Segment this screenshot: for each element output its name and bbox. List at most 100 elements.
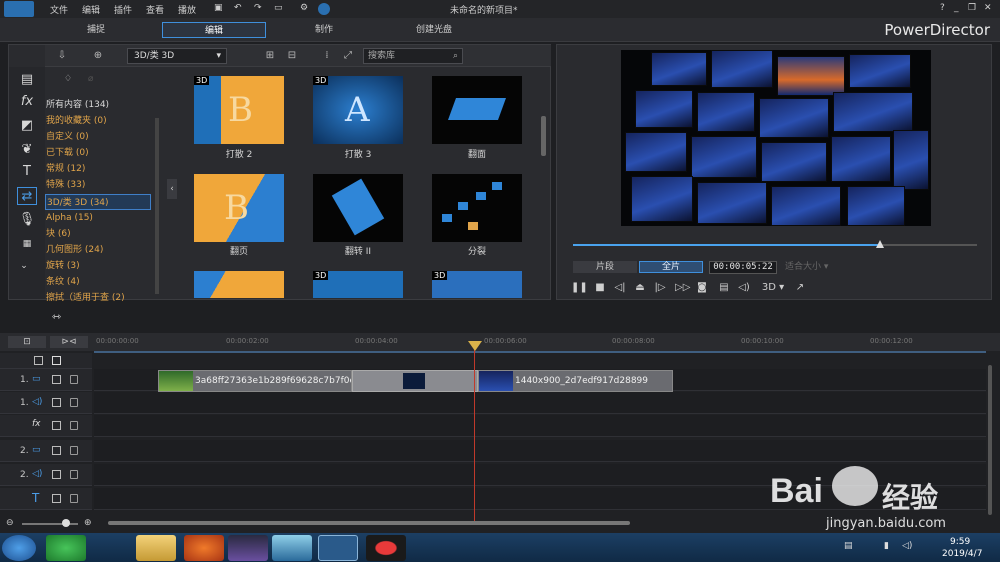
category-item[interactable]: 特殊 (33) [45,177,151,193]
transition-thumb[interactable]: 3D [432,271,522,298]
previous-frame-icon[interactable]: ◁| [613,281,627,295]
movie-mode-button[interactable]: 全片 [639,261,703,273]
title-room-icon[interactable]: T [17,163,37,181]
audio-mixing-icon[interactable]: 🎙 [17,211,37,229]
tab-create-disc[interactable]: 创建光盘 [382,22,486,38]
close-icon[interactable]: ✕ [984,3,992,13]
redo-icon[interactable]: ↷ [254,3,262,13]
zoom-out-icon[interactable]: ⊖ [6,518,14,528]
settings-icon[interactable]: ⚙ [300,3,308,13]
track-enable-checkbox[interactable] [52,470,61,479]
save-icon[interactable]: ▣ [214,3,223,13]
effect-room-icon[interactable]: fx [17,93,37,111]
taskbar-app[interactable] [272,535,312,561]
transition-room-icon[interactable]: ⇄ [17,187,37,205]
track-visible-checkbox[interactable] [34,356,43,365]
fx-track[interactable] [94,415,986,437]
category-item[interactable]: 3D/类 3D (34) [45,193,151,210]
transition-thumb[interactable]: 3D [313,271,403,298]
undock-icon[interactable]: ↗ [793,281,807,295]
tab-edit[interactable]: 编辑 [162,22,266,38]
menu-edit[interactable]: 编辑 [82,3,100,16]
media-room-icon[interactable]: ▤ [17,71,37,89]
timeline-view-icon[interactable]: ⊳⊲ [50,336,88,348]
expand-icon[interactable]: ⤢ [341,49,355,63]
menu-plugins[interactable]: 插件 [114,3,132,16]
restore-icon[interactable]: ❐ [968,3,976,13]
fast-forward-icon[interactable]: ▷▷ [675,281,690,295]
stop-icon[interactable]: ■ [593,281,607,295]
track-enable-checkbox[interactable] [52,356,61,365]
particle-room-icon[interactable]: ❦ [17,141,37,159]
clock-date[interactable]: 2019/4/7 [942,549,982,559]
category-item[interactable]: 我的收藏夹 (0) [45,113,151,129]
thumbnail-scrollbar[interactable] [541,116,546,156]
category-item[interactable]: 几何图形 (24) [45,242,151,258]
grid-view-icon[interactable]: ⁞ [320,49,334,63]
subtitle-icon[interactable]: ▤ [717,281,731,295]
category-scrollbar[interactable] [155,118,159,294]
lock-icon[interactable] [70,470,78,479]
aspect-ratio-icon[interactable]: ▭ [274,3,283,13]
track-enable-checkbox[interactable] [52,421,61,430]
split-icon[interactable]: ⏏ [633,281,647,295]
folder-icon[interactable] [136,535,176,561]
category-item[interactable]: 条纹 (4) [45,274,151,290]
zoom-in-icon[interactable]: ⊕ [84,518,92,528]
scroll-down-icon[interactable]: ⌄ [17,257,31,275]
fit-size-dropdown[interactable]: 适合大小 ▾ [785,261,841,274]
transition-clip[interactable] [352,370,478,392]
tab-capture[interactable]: 捕捉 [44,22,148,38]
pause-icon[interactable]: ❚❚ [571,281,588,295]
track-enable-checkbox[interactable] [52,398,61,407]
category-item[interactable]: 块 (6) [45,226,151,242]
track-enable-checkbox[interactable] [52,494,61,503]
menu-file[interactable]: 文件 [50,3,68,16]
undo-icon[interactable]: ↶ [234,3,242,13]
add-to-timeline-icon[interactable]: ⊞ [263,49,277,63]
category-dropdown[interactable]: 3D/类 3D ▾ [127,48,227,64]
collapse-panel-icon[interactable]: ‹ [167,179,177,199]
track-enable-checkbox[interactable] [52,446,61,455]
tab-produce[interactable]: 制作 [272,22,376,38]
video-clip[interactable]: 3a68ff27363e1b289f69628c7b7f0e0f [158,370,352,392]
menu-play[interactable]: 播放 [178,3,196,16]
firefox-icon[interactable] [184,535,224,561]
work-area-bar[interactable] [94,351,986,353]
paste-icon[interactable]: ⊟ [285,49,299,63]
recorder-icon[interactable] [366,535,406,561]
account-icon[interactable] [318,3,330,15]
snapshot-icon[interactable]: ◙ [695,281,709,295]
qq-icon[interactable] [94,535,134,561]
taskbar-app[interactable] [46,535,86,561]
search-input[interactable]: 搜索库 ⌕ [363,48,463,64]
video-track-2[interactable] [94,440,986,462]
horizontal-scrollbar[interactable] [108,521,630,525]
track-enable-checkbox[interactable] [52,375,61,384]
category-item[interactable]: 擦拭（适用于查 (2) [45,290,151,306]
device-icon[interactable]: ▮ [884,541,889,551]
category-item[interactable]: 所有内容 (134) [45,97,151,113]
timecode-display[interactable]: 00:00:05:22 [709,261,777,274]
add-favorite-icon[interactable]: ♢ [64,74,72,84]
clock-time[interactable]: 9:59 [950,537,970,547]
clip-mode-button[interactable]: 片段 [573,261,637,273]
network-icon[interactable]: ▤ [844,541,853,551]
transition-thumb[interactable] [313,174,403,242]
powerdirector-taskbar-icon[interactable] [318,535,358,561]
lock-icon[interactable] [70,398,78,407]
storyboard-view-icon[interactable]: ⊡ [8,336,46,348]
transition-thumb[interactable] [432,174,522,242]
transition-thumb[interactable] [432,76,522,144]
pip-room-icon[interactable]: ◩ [17,117,37,135]
plugin-icon[interactable]: ⊕ [91,49,105,63]
lock-icon[interactable] [70,494,78,503]
category-item[interactable]: 已下载 (0) [45,145,151,161]
timeline-ruler[interactable]: ⊡ ⊳⊲ 00:00:00:00 00:00:02:00 00:00:04:00… [0,333,1000,351]
menu-view[interactable]: 查看 [146,3,164,16]
import-icon[interactable]: ⇩ [55,49,69,63]
lock-icon[interactable] [70,375,78,384]
transition-thumb[interactable]: 3D B [194,76,284,144]
start-button[interactable] [2,535,36,561]
transition-thumb[interactable]: B [194,174,284,242]
